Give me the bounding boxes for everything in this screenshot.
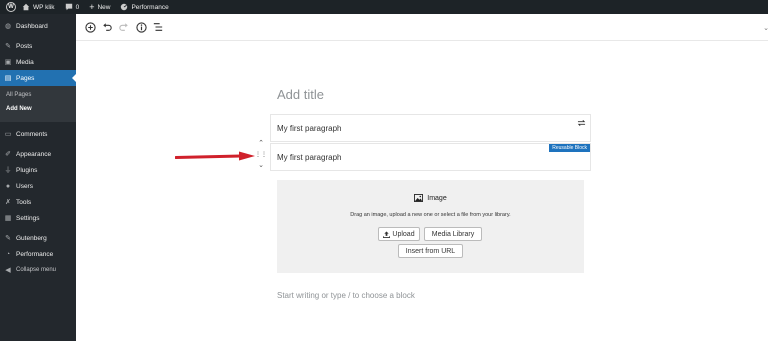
sidebar-item-performance[interactable]: ◔ Performance (0, 246, 76, 262)
reusable-convert-icon[interactable] (577, 119, 586, 127)
add-block-icon[interactable] (84, 21, 96, 33)
sidebar-item-media[interactable]: ▣ Media (0, 54, 76, 70)
image-block-placeholder[interactable]: Image Drag an image, upload a new one or… (277, 180, 584, 273)
sidebar-item-pages[interactable]: ▤ Pages (0, 70, 76, 86)
sidebar-item-label: Settings (16, 214, 40, 222)
paragraph-block[interactable]: My first paragraph (270, 114, 591, 142)
sidebar-item-dashboard[interactable]: ◍ Dashboard (0, 18, 76, 34)
sidebar-item-label: Gutenberg (16, 234, 47, 242)
reusable-block-badge: Reusable Block (549, 144, 590, 152)
upload-label: Upload (392, 230, 415, 238)
performance-icon (121, 3, 128, 11)
sidebar-item-posts[interactable]: ✎ Posts (0, 38, 76, 54)
sidebar-item-appearance[interactable]: ✐ Appearance (0, 146, 76, 162)
sidebar-item-label: Plugins (16, 166, 38, 174)
sidebar-item-label: Dashboard (16, 22, 48, 30)
media-library-label: Media Library (431, 230, 475, 238)
sidebar-item-label: Media (16, 58, 34, 66)
home-icon (22, 3, 30, 11)
sidebar-item-label: Appearance (16, 150, 52, 158)
sidebar-item-label: Comments (16, 130, 48, 138)
admin-bar: W WP klik 0 + New Performance (0, 0, 768, 14)
media-icon: ▣ (4, 59, 12, 66)
chevron-down-icon[interactable]: ⌄ (760, 22, 768, 34)
reusable-block[interactable]: Reusable Block My first paragraph (270, 143, 591, 171)
users-icon: ● (5, 182, 11, 190)
image-icon (414, 194, 424, 202)
upload-icon (383, 230, 391, 238)
sidebar-item-label: Pages (16, 74, 35, 82)
submenu-item-all-pages[interactable]: All Pages (0, 90, 76, 104)
sidebar-item-tools[interactable]: ✗ Tools (0, 194, 76, 210)
comments-icon: ▭ (4, 131, 12, 138)
info-icon[interactable] (135, 21, 147, 33)
collapse-icon: ◀ (5, 267, 11, 274)
undo-icon[interactable] (101, 21, 113, 33)
dashboard-icon: ◍ (4, 23, 12, 30)
sidebar-item-users[interactable]: ● Users (0, 178, 76, 194)
media-library-button[interactable]: Media Library (424, 227, 482, 241)
sidebar-item-label: Tools (16, 198, 32, 206)
insert-from-url-button[interactable]: Insert from URL (398, 244, 463, 258)
redo-icon[interactable] (118, 21, 130, 33)
sidebar-item-label: Performance (16, 250, 54, 258)
performance-label: Performance (131, 3, 169, 11)
post-title-input[interactable]: Add title (277, 87, 324, 102)
site-name: WP klik (33, 3, 55, 11)
plug-icon: ⏚ (4, 167, 12, 174)
upload-button[interactable]: Upload (378, 227, 420, 241)
comments-link[interactable]: 0 (65, 3, 80, 11)
settings-icon: ▦ (4, 215, 12, 222)
sidebar-item-label: Users (16, 182, 33, 190)
annotation-arrow (175, 151, 255, 161)
sidebar-item-gutenberg[interactable]: ✎ Gutenberg (0, 230, 76, 246)
comments-count: 0 (75, 3, 80, 11)
insert-from-url-label: Insert from URL (405, 247, 456, 255)
image-instructions: Drag an image, upload a new one or selec… (350, 212, 511, 218)
sidebar-item-settings[interactable]: ▦ Settings (0, 210, 76, 226)
admin-sidebar: ◍ Dashboard ✎ Posts ▣ Media ▤ Pages All … (0, 14, 76, 341)
default-block-appender[interactable]: Start writing or type / to choose a bloc… (277, 291, 415, 300)
pages-icon: ▤ (4, 75, 12, 82)
sidebar-item-label: Collapse menu (16, 267, 57, 273)
editor-toolbar: ⌄ (76, 14, 768, 41)
collapse-menu-button[interactable]: ◀ Collapse menu (0, 262, 76, 278)
sidebar-item-plugins[interactable]: ⏚ Plugins (0, 162, 76, 178)
brush-icon: ✐ (5, 151, 11, 158)
paragraph-text[interactable]: My first paragraph (277, 124, 341, 133)
pin-icon: ✎ (5, 43, 11, 50)
comment-bubble-icon (65, 3, 72, 11)
new-content-link[interactable]: + New (89, 2, 110, 12)
paragraph-text[interactable]: My first paragraph (277, 153, 341, 162)
image-label-row: Image (277, 194, 584, 202)
submenu-item-add-new[interactable]: Add New (0, 104, 76, 118)
gutenberg-icon: ✎ (5, 235, 11, 242)
sidebar-item-label: Posts (16, 42, 33, 50)
wordpress-logo-icon[interactable]: W (6, 2, 16, 12)
move-up-icon[interactable]: ⌃ (255, 138, 267, 150)
block-navigation-icon[interactable] (152, 21, 164, 33)
sidebar-item-comments[interactable]: ▭ Comments (0, 126, 76, 142)
site-name-link[interactable]: WP klik (22, 3, 55, 11)
wrench-icon: ✗ (5, 199, 11, 206)
plus-icon: + (89, 2, 95, 12)
pages-submenu: All Pages Add New (0, 86, 76, 122)
image-block-label: Image (427, 194, 447, 202)
performance-icon: ◔ (5, 250, 11, 258)
performance-link[interactable]: Performance (120, 3, 169, 11)
new-label: New (97, 3, 111, 11)
